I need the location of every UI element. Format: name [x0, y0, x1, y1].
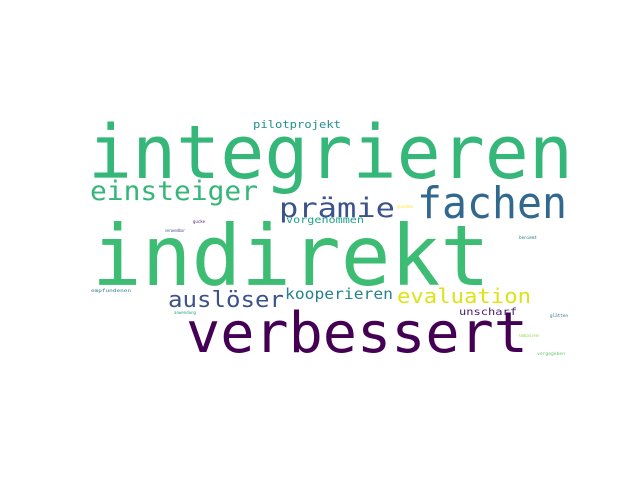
- word-kooperieren: kooperieren: [285, 285, 393, 303]
- word-small-9: vorgegeben: [537, 351, 566, 356]
- word-unscharf: unscharf: [459, 307, 517, 318]
- word-vorgenommen: vorgenommen: [286, 215, 364, 226]
- word-fachen: fachen: [417, 178, 567, 229]
- word-small-8: kombinieren: [519, 333, 539, 338]
- word-pilotprojekt: pilotprojekt: [253, 118, 341, 131]
- word-small-2: gucke: [193, 219, 206, 224]
- word-cloud: integrieren indirekt verbessert fachen e…: [88, 110, 573, 366]
- word-small-6: anwendung: [174, 310, 197, 315]
- word-small-3: verwendbar: [165, 228, 185, 233]
- word-evaluation: evaluation: [397, 284, 531, 308]
- word-einsteiger: einsteiger: [90, 176, 258, 207]
- word-small-1: gleichen: [397, 204, 413, 209]
- word-small-5: empfundenen: [91, 288, 132, 293]
- word-small-7: glätten: [550, 313, 569, 318]
- word-small-4: benimmt: [519, 235, 538, 240]
